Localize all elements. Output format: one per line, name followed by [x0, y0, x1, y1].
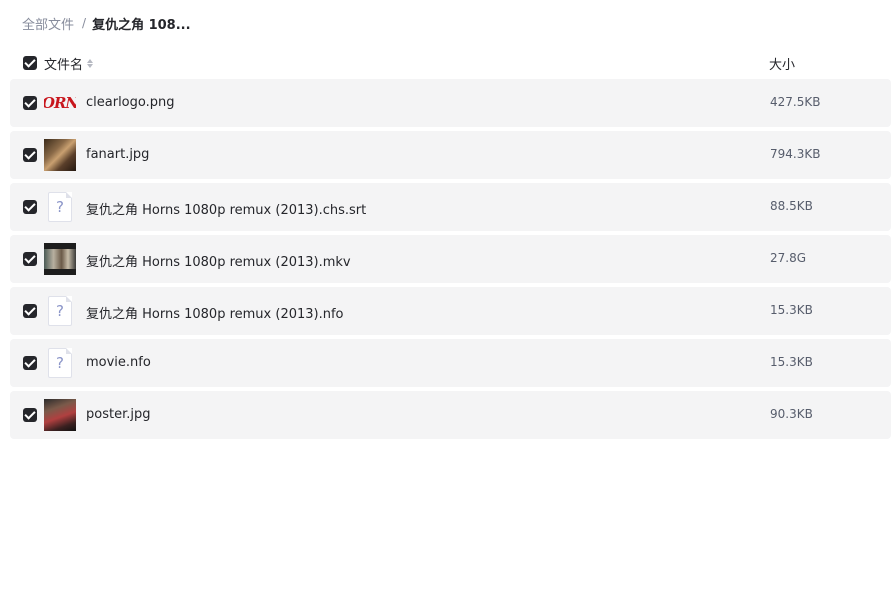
file-size: 794.3KB [770, 147, 821, 161]
unknown-file-icon: ? [44, 347, 76, 379]
file-name[interactable]: 复仇之角 Horns 1080p remux (2013).mkv [86, 251, 351, 270]
table-row[interactable]: fanart.jpg 794.3KB [10, 131, 891, 179]
table-row[interactable]: ? 复仇之角 Horns 1080p remux (2013).nfo 15.3… [10, 287, 891, 335]
table-row[interactable]: ORN clearlogo.png 427.5KB [10, 79, 891, 127]
image-thumbnail [44, 139, 76, 171]
table-row[interactable]: ? 复仇之角 Horns 1080p remux (2013).chs.srt … [10, 183, 891, 231]
file-size: 15.3KB [770, 303, 813, 317]
file-size: 90.3KB [770, 407, 813, 421]
file-name[interactable]: 复仇之角 Horns 1080p remux (2013).nfo [86, 303, 344, 322]
unknown-file-icon: ? [44, 191, 76, 223]
image-thumbnail [44, 399, 76, 431]
row-checkbox[interactable] [23, 200, 37, 214]
logo-text: ORN [44, 94, 76, 112]
row-checkbox[interactable] [23, 408, 37, 422]
table-row[interactable]: ? movie.nfo 15.3KB [10, 339, 891, 387]
row-checkbox[interactable] [23, 304, 37, 318]
table-header: 文件名 大小 [10, 50, 891, 76]
file-browser: 全部文件 / 复仇之角 108... 文件名 大小 ORN clearlogo.… [0, 0, 891, 601]
unknown-file-icon: ? [44, 295, 76, 327]
file-name[interactable]: clearlogo.png [86, 95, 175, 110]
table-row[interactable]: poster.jpg 90.3KB [10, 391, 891, 439]
file-size: 15.3KB [770, 355, 813, 369]
image-thumbnail: ORN [44, 87, 76, 119]
row-checkbox[interactable] [23, 252, 37, 266]
row-checkbox[interactable] [23, 148, 37, 162]
breadcrumb: 全部文件 / 复仇之角 108... [22, 13, 191, 33]
video-thumbnail [44, 243, 76, 275]
file-size: 88.5KB [770, 199, 813, 213]
table-row[interactable]: 复仇之角 Horns 1080p remux (2013).mkv 27.8G [10, 235, 891, 283]
file-list: ORN clearlogo.png 427.5KB fanart.jpg 794… [10, 79, 891, 443]
file-size: 427.5KB [770, 95, 821, 109]
file-name[interactable]: poster.jpg [86, 407, 150, 422]
file-name[interactable]: movie.nfo [86, 355, 151, 370]
row-checkbox[interactable] [23, 356, 37, 370]
select-all-checkbox[interactable] [23, 56, 37, 70]
breadcrumb-separator: / [82, 16, 87, 30]
size-column-header: 大小 [769, 58, 796, 73]
sort-icon[interactable] [87, 59, 94, 68]
breadcrumb-root-link[interactable]: 全部文件 [22, 14, 74, 33]
name-column-header[interactable]: 文件名 [44, 54, 94, 73]
name-column-label: 文件名 [44, 58, 84, 73]
file-name[interactable]: fanart.jpg [86, 147, 149, 162]
question-mark-glyph: ? [56, 354, 64, 372]
file-size: 27.8G [770, 251, 807, 265]
breadcrumb-current: 复仇之角 108... [92, 17, 191, 33]
row-checkbox[interactable] [23, 96, 37, 110]
question-mark-glyph: ? [56, 198, 64, 216]
file-name[interactable]: 复仇之角 Horns 1080p remux (2013).chs.srt [86, 199, 366, 218]
question-mark-glyph: ? [56, 302, 64, 320]
